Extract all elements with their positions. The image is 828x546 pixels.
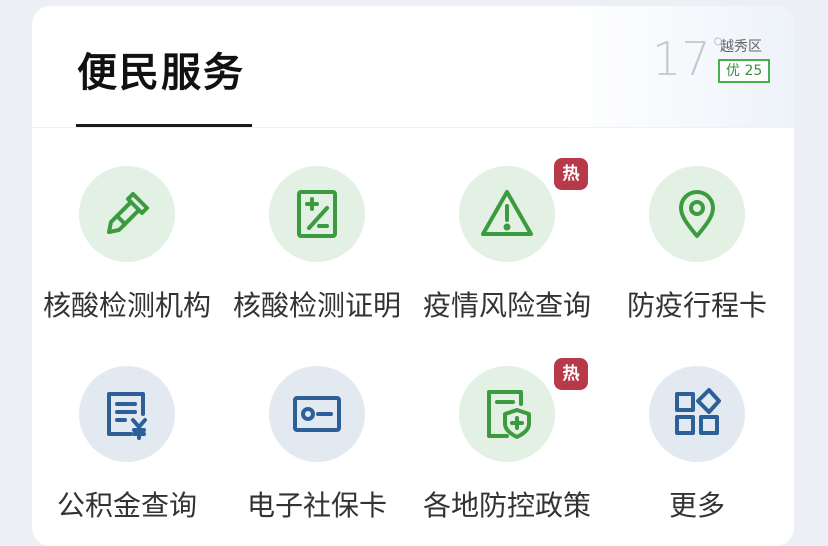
service-card: 便民服务 17° 越秀区 优 25 核酸检测机构 核酸检测证明 热 疫情风险查询…: [32, 6, 794, 546]
service-label: 公积金查询: [56, 489, 197, 522]
location-pin-icon: [679, 190, 715, 238]
service-label: 电子社保卡: [246, 489, 387, 522]
service-nucleic-test-certificate[interactable]: 核酸检测证明: [222, 166, 412, 346]
service-label: 更多: [668, 489, 725, 522]
service-e-social-security-card[interactable]: 电子社保卡: [222, 366, 412, 546]
id-card-icon: [293, 396, 341, 432]
weather-district: 越秀区: [720, 39, 762, 55]
service-more[interactable]: 更多: [602, 366, 792, 546]
page-title: 便民服务: [77, 50, 245, 96]
service-travel-card[interactable]: 防疫行程卡: [602, 166, 792, 346]
service-label: 核酸检测机构: [42, 289, 211, 322]
weather-temperature: 17°: [652, 32, 726, 86]
service-nucleic-test-institution[interactable]: 核酸检测机构: [32, 166, 222, 346]
service-label: 核酸检测证明: [232, 289, 401, 322]
grid-icon: [675, 388, 721, 435]
aqi-badge: 优 25: [718, 59, 771, 83]
service-label: 各地防控政策: [422, 489, 591, 522]
service-label: 疫情风险查询: [422, 289, 591, 322]
shield-plus-icon: [487, 390, 531, 439]
hot-badge: 热: [554, 158, 588, 190]
service-epidemic-risk-query[interactable]: 热 疫情风险查询: [412, 158, 602, 346]
header-divider: [32, 127, 794, 128]
certificate-icon: [297, 190, 337, 238]
service-local-prevention-policy[interactable]: 热 各地防控政策: [412, 358, 602, 546]
service-label: 防疫行程卡: [626, 289, 767, 322]
dropper-icon: [107, 192, 149, 234]
hot-badge: 热: [554, 358, 588, 390]
warning-icon: [481, 190, 533, 236]
document-yen-icon: [107, 392, 147, 440]
service-housing-fund-query[interactable]: 公积金查询: [32, 366, 222, 546]
